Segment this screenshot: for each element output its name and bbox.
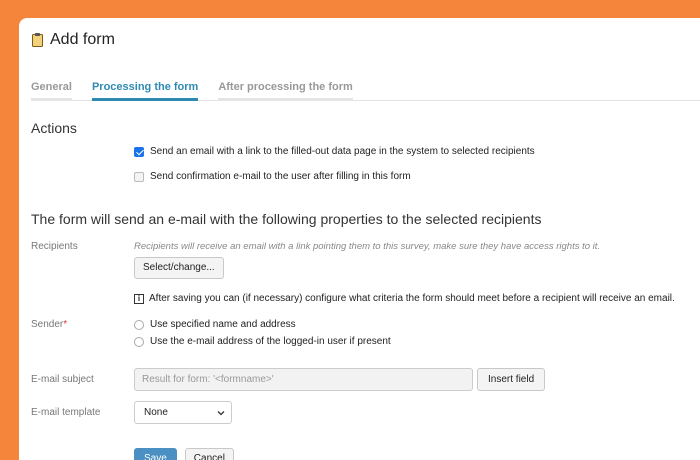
sender-options: Use specified name and address Use the e…: [134, 319, 700, 353]
sender-option-specified[interactable]: Use specified name and address: [134, 319, 700, 330]
tab-general[interactable]: General: [31, 67, 72, 101]
template-selected-value: None: [144, 407, 168, 418]
required-marker: *: [63, 319, 68, 330]
recipients-hint: Recipients will receive an email with a …: [134, 241, 601, 252]
save-button[interactable]: Save: [134, 448, 177, 460]
tab-after-processing[interactable]: After processing the form: [218, 67, 354, 101]
sender-option-logged-in[interactable]: Use the e-mail address of the logged-in …: [134, 336, 700, 347]
page-title: Add form: [50, 31, 115, 48]
title-row: Add form: [31, 29, 700, 51]
info-icon: i: [134, 293, 144, 304]
template-label: E-mail template: [31, 407, 101, 418]
subject-label: E-mail subject: [31, 374, 94, 385]
chevron-down-icon: [217, 410, 225, 415]
recipients-row: Recipients Recipients will receive an em…: [31, 241, 700, 304]
subject-row: E-mail subject Insert field: [31, 368, 700, 391]
template-select[interactable]: None: [134, 401, 232, 424]
tab-processing-the-form[interactable]: Processing the form: [91, 67, 199, 101]
send-confirmation-label: Send confirmation e-mail to the user aft…: [150, 171, 411, 182]
subject-input[interactable]: [134, 368, 473, 391]
recipients-label: Recipients: [31, 241, 78, 252]
send-email-option[interactable]: Send an email with a link to the filled-…: [134, 146, 700, 157]
tab-bar: General Processing the form After proces…: [31, 67, 700, 101]
add-form-window: Add form General Processing the form Aft…: [19, 18, 700, 460]
sender-specified-radio[interactable]: [134, 319, 144, 330]
cancel-button[interactable]: Cancel: [184, 448, 234, 460]
send-confirmation-option[interactable]: Send confirmation e-mail to the user aft…: [134, 171, 700, 182]
subject-body: Insert field: [134, 368, 700, 391]
form-content: Actions Send an email with a link to the…: [19, 120, 700, 460]
sender-row: Sender* Use specified name and address U…: [31, 319, 700, 353]
template-body: None: [134, 401, 700, 424]
recipients-info-text: After saving you can (if necessary) conf…: [149, 293, 675, 304]
actions-heading: Actions: [31, 120, 77, 136]
send-email-label: Send an email with a link to the filled-…: [150, 146, 535, 157]
recipients-info: i After saving you can (if necessary) co…: [134, 293, 700, 304]
select-change-button[interactable]: Select/change...: [134, 257, 224, 279]
send-email-checkbox[interactable]: [134, 146, 144, 157]
recipients-body: Recipients will receive an email with a …: [134, 241, 700, 304]
sender-specified-label: Use specified name and address: [150, 319, 296, 330]
send-confirmation-checkbox[interactable]: [134, 171, 144, 182]
sender-label: Sender*: [31, 319, 134, 353]
sender-label-text: Sender: [31, 319, 64, 330]
clipboard-icon: [32, 33, 43, 47]
form-footer: Save Cancel: [134, 448, 700, 460]
email-properties-heading: The form will send an e-mail with the fo…: [31, 211, 542, 227]
window-header: Add form General Processing the form Aft…: [19, 18, 700, 101]
insert-field-button[interactable]: Insert field: [477, 368, 546, 391]
sender-logged-in-label: Use the e-mail address of the logged-in …: [150, 336, 391, 347]
sender-logged-in-radio[interactable]: [134, 336, 144, 347]
template-row: E-mail template None: [31, 401, 700, 424]
